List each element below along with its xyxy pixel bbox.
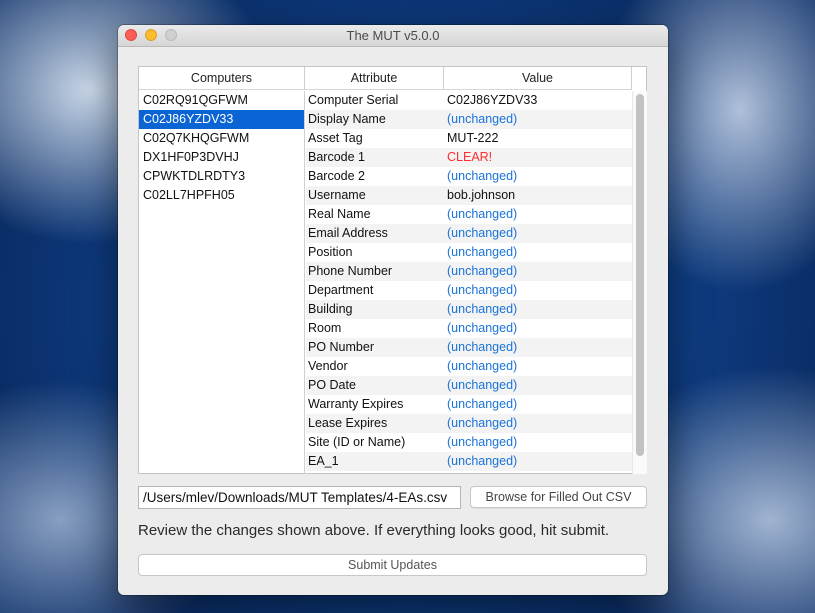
attribute-name: Site (ID or Name) (308, 435, 406, 449)
attribute-value: (unchanged) (447, 397, 518, 411)
attribute-name: Asset Tag (308, 131, 363, 145)
attribute-name: Username (308, 188, 366, 202)
attribute-name: Computer Serial (308, 93, 399, 107)
attribute-column-header[interactable]: Attribute (305, 67, 444, 90)
attribute-name: EA_1 (308, 454, 339, 468)
attribute-value: (unchanged) (447, 359, 518, 373)
attribute-name: PO Date (308, 378, 356, 392)
attribute-row[interactable]: Email Address (unchanged) (306, 224, 632, 243)
value-column-header[interactable]: Value (444, 67, 632, 90)
attribute-name: Vendor (308, 359, 348, 373)
attribute-table-scrollbar[interactable] (632, 91, 647, 474)
attribute-value: (unchanged) (447, 378, 518, 392)
review-panel: Computers Attribute Value C02RQ91QGFWM C0… (138, 66, 647, 474)
window-title: The MUT v5.0.0 (346, 28, 440, 43)
computer-list-item[interactable]: C02J86YZDV33 (139, 110, 304, 129)
attribute-name: Position (308, 245, 353, 259)
attribute-value: (unchanged) (447, 321, 518, 335)
attribute-table: Computer Serial C02J86YZDV33 Display Name (… (306, 91, 632, 474)
attribute-value: (unchanged) (447, 245, 518, 259)
computer-list-item[interactable]: DX1HF0P3DVHJ (139, 148, 304, 167)
attribute-value: MUT-222 (447, 131, 499, 145)
attribute-value: (unchanged) (447, 169, 518, 183)
attribute-value: bob.johnson (447, 188, 516, 202)
instructions-text: Review the changes shown above. If every… (138, 522, 610, 539)
attribute-name: Real Name (308, 207, 371, 221)
attribute-row[interactable]: Computer Serial C02J86YZDV33 (306, 91, 632, 110)
attribute-value: (unchanged) (447, 264, 518, 278)
attribute-value: (unchanged) (447, 435, 518, 449)
computer-list-item[interactable]: C02RQ91QGFWM (139, 91, 304, 110)
attribute-row[interactable]: Real Name (unchanged) (306, 205, 632, 224)
attribute-name: Building (308, 302, 353, 316)
attribute-row[interactable]: Site (ID or Name) (unchanged) (306, 433, 632, 452)
attribute-row[interactable]: Display Name (unchanged) (306, 110, 632, 129)
attribute-row[interactable]: PO Number (unchanged) (306, 338, 632, 357)
attribute-row[interactable]: Position (unchanged) (306, 243, 632, 262)
attribute-name: Email Address (308, 226, 388, 240)
attribute-value: (unchanged) (447, 283, 518, 297)
attribute-value: (unchanged) (447, 207, 518, 221)
attribute-name: Warranty Expires (308, 397, 404, 411)
attribute-row[interactable]: Username bob.johnson (306, 186, 632, 205)
attribute-value: (unchanged) (447, 454, 518, 468)
title-bar[interactable]: The MUT v5.0.0 (118, 25, 668, 47)
computers-list[interactable]: C02RQ91QGFWM C02J86YZDV33 C02Q7KHQGFWM DX1H… (139, 91, 305, 474)
computer-list-item[interactable]: C02Q7KHQGFWM (139, 129, 304, 148)
computer-list-item[interactable]: C02LL7HPFH05 (139, 186, 304, 205)
attribute-row[interactable]: Building (unchanged) (306, 300, 632, 319)
attribute-row[interactable]: Department (unchanged) (306, 281, 632, 300)
attribute-value: (unchanged) (447, 302, 518, 316)
computer-list-item[interactable]: CPWKTDLRDTY3 (139, 167, 304, 186)
attribute-row[interactable]: Phone Number (unchanged) (306, 262, 632, 281)
attribute-value: CLEAR! (447, 150, 493, 164)
attribute-row[interactable]: Room (unchanged) (306, 319, 632, 338)
attribute-name: Department (308, 283, 374, 297)
attribute-row[interactable]: Barcode 2 (unchanged) (306, 167, 632, 186)
attribute-row[interactable]: Warranty Expires (unchanged) (306, 395, 632, 414)
attribute-row[interactable]: PO Date (unchanged) (306, 376, 632, 395)
csv-path-field[interactable]: /Users/mlev/Downloads/MUT Templates/4-EA… (138, 486, 461, 509)
attribute-name: Phone Number (308, 264, 393, 278)
attribute-row[interactable]: Lease Expires (unchanged) (306, 414, 632, 433)
attribute-name: Barcode 1 (308, 150, 365, 164)
attribute-row[interactable]: EA_1 (unchanged) (306, 452, 632, 471)
attribute-row[interactable]: Asset Tag MUT-222 (306, 129, 632, 148)
attribute-value: (unchanged) (447, 112, 518, 126)
attribute-name: Display Name (308, 112, 386, 126)
app-window: The MUT v5.0.0 Computers Attribute Value… (118, 25, 668, 595)
browse-csv-button[interactable]: Browse for Filled Out CSV (470, 486, 647, 508)
submit-updates-button[interactable]: Submit Updates (138, 554, 647, 576)
attribute-row[interactable]: Vendor (unchanged) (306, 357, 632, 376)
attribute-value: (unchanged) (447, 416, 518, 430)
attribute-value: (unchanged) (447, 340, 518, 354)
attribute-name: Lease Expires (308, 416, 388, 430)
attribute-row[interactable]: Barcode 1 CLEAR! (306, 148, 632, 167)
attribute-value: (unchanged) (447, 226, 518, 240)
attribute-value: C02J86YZDV33 (447, 93, 538, 107)
attribute-name: Room (308, 321, 342, 335)
attribute-name: Barcode 2 (308, 169, 365, 183)
computers-column-header[interactable]: Computers (139, 67, 305, 90)
attribute-name: PO Number (308, 340, 374, 354)
scrollbar-thumb[interactable] (636, 94, 644, 456)
